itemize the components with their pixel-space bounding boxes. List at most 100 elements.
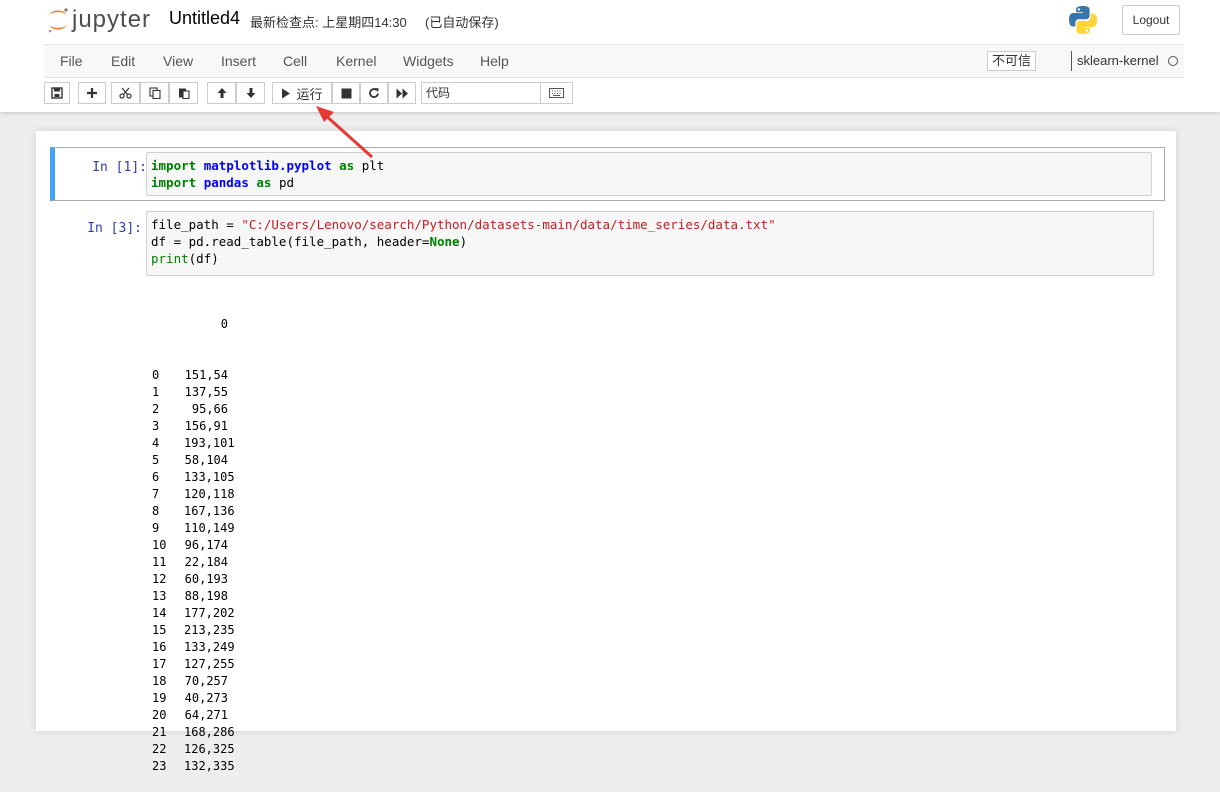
output-row: 23 132,335: [152, 758, 235, 775]
output-row-value: 110,149: [184, 521, 235, 535]
code-cell-selected[interactable]: In [1]: import matplotlib.pyplot as plt i…: [50, 147, 1165, 201]
move-down-button[interactable]: [236, 82, 265, 104]
fast-forward-icon: [396, 88, 408, 98]
output-row-index: 15: [152, 623, 167, 637]
output-row: 5 58,104: [152, 452, 228, 469]
output-row: 20 64,271: [152, 707, 228, 724]
output-row-value: 193,101: [184, 436, 235, 450]
menu-cell[interactable]: Cell: [283, 53, 307, 69]
code-line: file_path = "C:/Users/Lenovo/search/Pyth…: [151, 217, 776, 232]
menu-insert[interactable]: Insert: [221, 53, 256, 69]
output-row-index: 4: [152, 436, 160, 450]
output-row-value: 95,66: [191, 402, 228, 416]
annotation-arrow-line: [322, 112, 374, 159]
keyboard-icon: [549, 88, 564, 98]
arrow-down-icon: [246, 88, 255, 98]
save-button[interactable]: [44, 82, 70, 104]
output-row-index: 9: [152, 521, 160, 535]
menu-view[interactable]: View: [163, 53, 193, 69]
output-row-value: 137,55: [184, 385, 228, 399]
menu-widgets[interactable]: Widgets: [403, 53, 454, 69]
checkpoint-status: 最新检查点: 上星期四14:30: [250, 15, 407, 30]
output-row-value: 70,257: [184, 674, 228, 688]
restart-button[interactable]: [360, 82, 388, 104]
run-button[interactable]: 运行: [272, 82, 332, 104]
menu-bar: File Edit View Insert Cell Kernel Widget…: [44, 44, 1184, 78]
code-line: import pandas as pd: [151, 175, 295, 190]
output-row: 3 156,91: [152, 418, 228, 435]
output-row-index: 19: [152, 691, 167, 705]
command-palette-button[interactable]: [540, 82, 573, 104]
scissors-icon: [119, 87, 132, 99]
output-row-value: 168,286: [184, 725, 235, 739]
output-row: 19 40,273: [152, 690, 228, 707]
output-row-value: 151,54: [184, 368, 228, 382]
restart-run-all-button[interactable]: [388, 82, 416, 104]
output-row-index: 13: [152, 589, 167, 603]
output-row-value: 22,184: [184, 555, 228, 569]
move-up-button[interactable]: [207, 82, 236, 104]
output-row-value: 96,174: [184, 538, 228, 552]
annotation-arrow: [316, 106, 374, 159]
cell-output: 0 0 151,54 1 137,55 2 95,66 3 156,91 4 193,101 5 58…: [152, 282, 235, 792]
output-row-index: 11: [152, 555, 167, 569]
output-row-value: 127,255: [184, 657, 235, 671]
plus-icon: [87, 88, 97, 98]
menu-help[interactable]: Help: [480, 53, 509, 69]
code-editor[interactable]: import matplotlib.pyplot as plt import pa…: [146, 152, 1152, 196]
output-row: 22 126,325: [152, 741, 235, 758]
output-row: 1 137,55: [152, 384, 228, 401]
output-row: 6 133,105: [152, 469, 235, 486]
output-row: 17 127,255: [152, 656, 235, 673]
code-line: import matplotlib.pyplot as plt: [151, 158, 385, 173]
kernel-idle-icon: [1168, 56, 1178, 66]
output-row: 7 120,118: [152, 486, 235, 503]
output-row: 4 193,101: [152, 435, 235, 452]
menu-file[interactable]: File: [60, 53, 83, 69]
output-row-index: 22: [152, 742, 167, 756]
trust-indicator[interactable]: 不可信: [987, 51, 1037, 71]
output-row: 12 60,193: [152, 571, 228, 588]
output-row: 9 110,149: [152, 520, 235, 537]
output-row-index: 20: [152, 708, 167, 722]
output-row: 15 213,235: [152, 622, 235, 639]
output-row: 13 88,198: [152, 588, 228, 605]
interrupt-button[interactable]: [332, 82, 360, 104]
output-row: 18 70,257: [152, 673, 228, 690]
logout-button[interactable]: Logout: [1122, 5, 1180, 35]
save-icon: [51, 87, 63, 99]
jupyter-logo[interactable]: jupyter: [46, 4, 151, 36]
menu-edit[interactable]: Edit: [111, 53, 135, 69]
restart-icon: [369, 87, 379, 98]
output-row-index: 16: [152, 640, 167, 654]
copy-icon: [148, 87, 161, 99]
output-row: 8 167,136: [152, 503, 235, 520]
output-row-value: 167,136: [184, 504, 235, 518]
output-row-value: 213,235: [184, 623, 235, 637]
code-cell[interactable]: In [3]: file_path = "C:/Users/Lenovo/sea…: [50, 209, 1165, 279]
cell-type-value: 代码: [426, 86, 451, 100]
arrow-up-icon: [217, 88, 226, 98]
paste-icon: [178, 88, 190, 99]
notebook-name[interactable]: Untitled4: [169, 8, 240, 29]
autosave-status: (已自动保存): [425, 15, 499, 30]
output-row-value: 132,335: [184, 759, 235, 773]
insert-cell-button[interactable]: [78, 82, 106, 104]
output-row-index: 18: [152, 674, 167, 688]
output-header-row: 0: [152, 316, 228, 333]
kernel-divider: [1071, 51, 1072, 71]
run-label: 运行: [296, 86, 323, 102]
cut-button[interactable]: [111, 82, 140, 104]
output-row-value: 60,193: [184, 572, 228, 586]
copy-button[interactable]: [140, 82, 169, 104]
menu-kernel[interactable]: Kernel: [336, 53, 376, 69]
code-line: print(df): [151, 251, 219, 266]
jupyter-logo-text: jupyter: [72, 6, 152, 33]
output-row-value: 126,325: [184, 742, 235, 756]
paste-button[interactable]: [169, 82, 198, 104]
output-row-value: 64,271: [184, 708, 228, 722]
output-row: 11 22,184: [152, 554, 228, 571]
code-editor[interactable]: file_path = "C:/Users/Lenovo/search/Pyth…: [146, 211, 1154, 276]
kernel-name: sklearn-kernel: [1077, 53, 1159, 68]
output-column-header: 0: [220, 317, 228, 331]
